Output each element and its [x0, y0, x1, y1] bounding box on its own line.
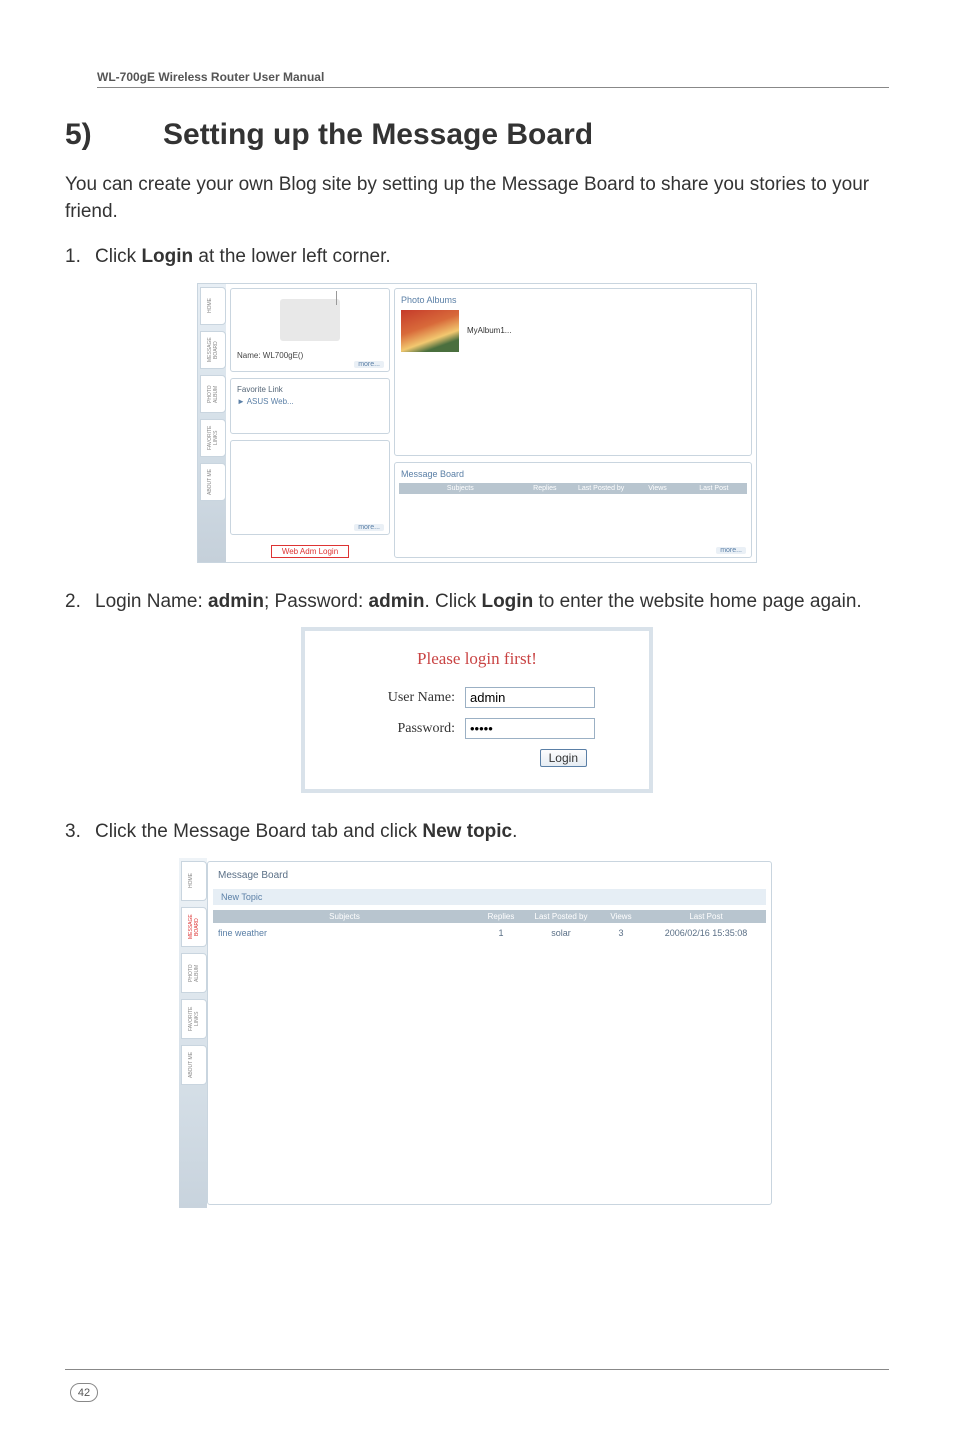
tab-photo-album[interactable]: PHOTO ALBUM: [200, 375, 226, 413]
favorite-title: Favorite Link: [237, 385, 383, 394]
screenshot-message-board: HOME MESSAGE BOARD PHOTO ALBUM FAVORITE …: [179, 858, 775, 1208]
step-text: Login Name: admin; Password: admin. Clic…: [95, 588, 889, 616]
album-label: MyAlbum1...: [467, 326, 511, 335]
step-number: 2.: [65, 588, 95, 616]
step-2: 2. Login Name: admin; Password: admin. C…: [65, 588, 889, 616]
cell-last-post: 2006/02/16 15:35:08: [651, 928, 761, 938]
photo-albums-title: Photo Albums: [401, 295, 745, 305]
more-link[interactable]: more...: [716, 547, 746, 554]
col-last-post: Last Post: [651, 912, 761, 921]
message-table-header: Subjects Replies Last Posted by Views La…: [399, 483, 747, 494]
more-link[interactable]: more...: [354, 524, 384, 531]
spacer-box: more...: [230, 440, 390, 535]
step-number: 3.: [65, 818, 95, 846]
step-number: 1.: [65, 243, 95, 271]
screenshot-home-page: HOME MESSAGE BOARD PHOTO ALBUM FAVORITE …: [197, 283, 757, 563]
cell-views: 3: [591, 928, 651, 938]
cell-posted-by: solar: [531, 928, 591, 938]
tab-photo-album[interactable]: PHOTO ALBUM: [181, 953, 207, 993]
tab-favorite-links[interactable]: FAVORITE LINKS: [200, 419, 226, 457]
message-board-box: Message Board Subjects Replies Last Post…: [394, 462, 752, 558]
col-replies: Replies: [517, 485, 573, 492]
step-1: 1. Click Login at the lower left corner.: [65, 243, 889, 271]
tab-favorite-links[interactable]: FAVORITE LINKS: [181, 999, 207, 1039]
login-prompt-title: Please login first!: [325, 649, 629, 669]
device-name: Name: WL700gE(): [237, 351, 383, 360]
col-views: Views: [591, 912, 651, 921]
sidebar-tabs: HOME MESSAGE BOARD PHOTO ALBUM FAVORITE …: [179, 858, 207, 1208]
col-replies: Replies: [471, 912, 531, 921]
col-subjects: Subjects: [218, 912, 471, 921]
tab-about-me[interactable]: ABOUT ME: [181, 1045, 207, 1085]
section-number: 5): [65, 118, 163, 152]
intro-paragraph: You can create your own Blog site by set…: [65, 172, 889, 225]
login-button[interactable]: Login: [540, 749, 587, 767]
page-number: 42: [70, 1383, 98, 1402]
table-row[interactable]: fine weather 1 solar 3 2006/02/16 15:35:…: [213, 923, 766, 943]
sidebar-tabs: HOME MESSAGE BOARD PHOTO ALBUM FAVORITE …: [198, 284, 226, 562]
col-views: Views: [629, 485, 685, 492]
manual-header: WL-700gE Wireless Router User Manual: [97, 70, 889, 88]
favorite-links-box: Favorite Link ► ASUS Web...: [230, 378, 390, 434]
screenshot-login-dialog: Please login first! User Name: Password:…: [301, 627, 653, 793]
cell-subject: fine weather: [218, 928, 471, 938]
footer-divider: [65, 1369, 889, 1370]
col-last-posted-by: Last Posted by: [531, 912, 591, 921]
username-input[interactable]: [465, 687, 595, 708]
col-last-posted-by: Last Posted by: [573, 485, 629, 492]
router-image: [280, 299, 340, 341]
message-board-title: Message Board: [399, 467, 747, 481]
password-input[interactable]: [465, 718, 595, 739]
tab-message-board[interactable]: MESSAGE BOARD: [181, 907, 207, 947]
step-3: 3. Click the Message Board tab and click…: [65, 818, 889, 846]
tab-message-board[interactable]: MESSAGE BOARD: [200, 331, 226, 369]
col-subjects: Subjects: [404, 485, 517, 492]
album-thumbnail[interactable]: [401, 310, 459, 352]
col-last-post: Last Post: [686, 485, 742, 492]
new-topic-link[interactable]: New Topic: [213, 889, 766, 905]
step-text: Click the Message Board tab and click Ne…: [95, 818, 889, 846]
device-info-box: Name: WL700gE() more...: [230, 288, 390, 372]
favorite-link-item[interactable]: ► ASUS Web...: [237, 397, 383, 406]
table-header: Subjects Replies Last Posted by Views La…: [213, 910, 766, 923]
more-link[interactable]: more...: [354, 361, 384, 368]
message-board-heading: Message Board: [213, 867, 766, 884]
photo-albums-box: Photo Albums MyAlbum1...: [394, 288, 752, 456]
tab-about-me[interactable]: ABOUT ME: [200, 463, 226, 501]
tab-home[interactable]: HOME: [181, 861, 207, 901]
web-admin-login-button[interactable]: Web Adm Login: [271, 545, 349, 558]
step-text: Click Login at the lower left corner.: [95, 243, 889, 271]
cell-replies: 1: [471, 928, 531, 938]
section-heading: Setting up the Message Board: [163, 118, 593, 151]
tab-home[interactable]: HOME: [200, 287, 226, 325]
section-title: 5)Setting up the Message Board: [65, 118, 889, 152]
password-label: Password:: [325, 721, 465, 737]
username-label: User Name:: [325, 690, 465, 706]
